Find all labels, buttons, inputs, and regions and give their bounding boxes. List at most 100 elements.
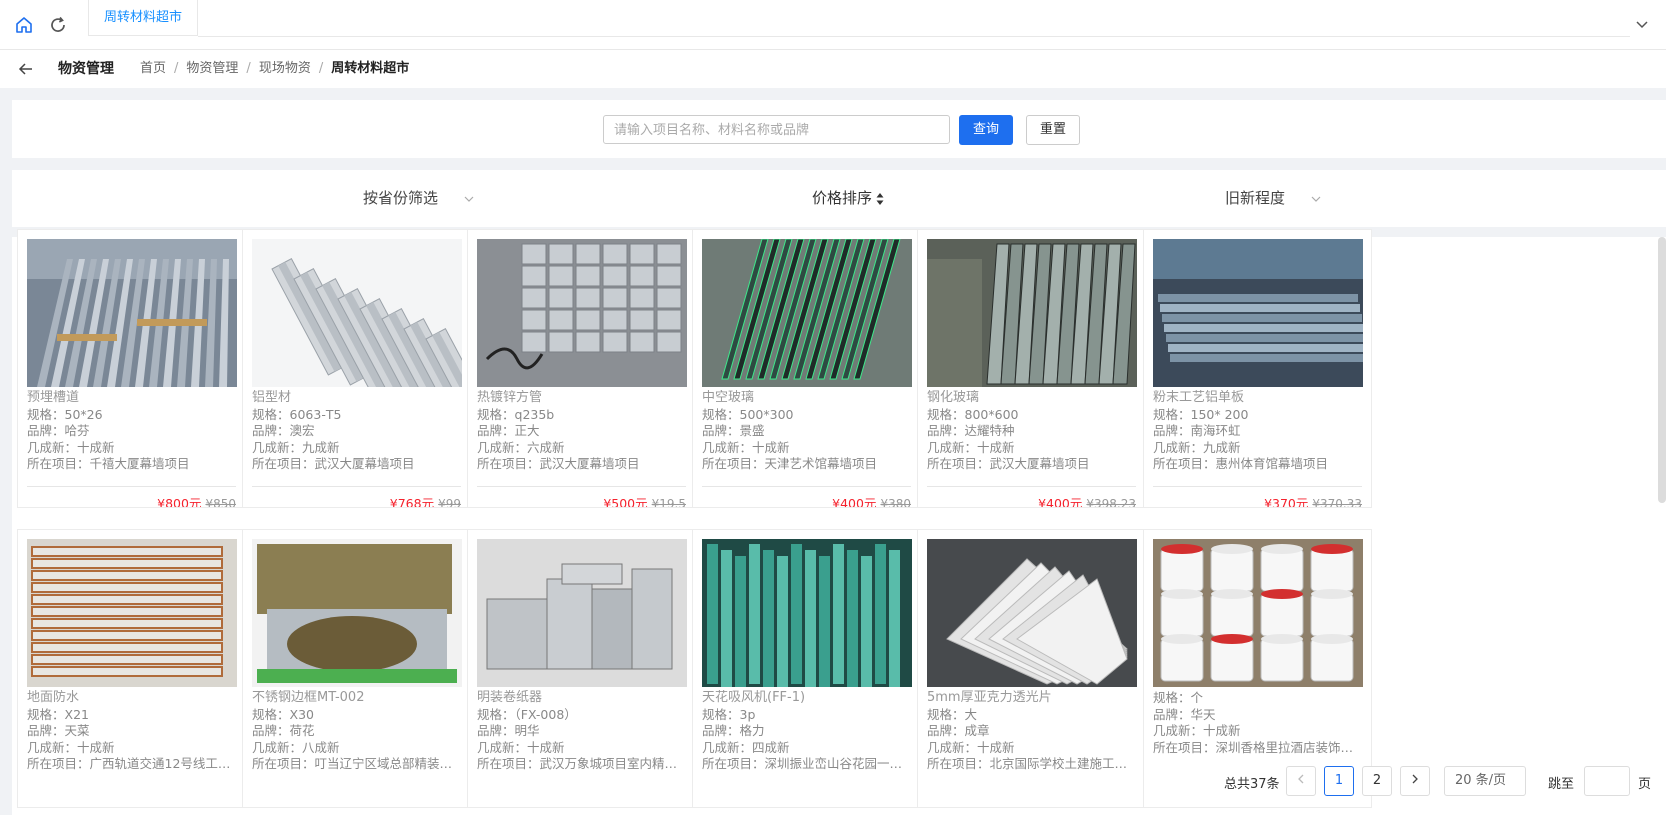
chevron-down-icon[interactable] bbox=[1634, 16, 1650, 32]
product-image[interactable] bbox=[252, 539, 462, 687]
product-card[interactable]: 预埋槽道 规格：50*26 品牌：哈芬 几成新：十成新 所在项目：千禧大厦幕墙项目 ¥80… bbox=[17, 229, 246, 508]
prev-page-button[interactable] bbox=[1286, 766, 1316, 796]
product-card[interactable]: 钢化玻璃 规格：800*600 品牌：达耀特种 几成新：十成新 所在项目：武汉大厦幕墙项… bbox=[917, 229, 1146, 508]
current-price: ¥370元 bbox=[1264, 496, 1309, 508]
jump-page-input[interactable] bbox=[1584, 766, 1630, 796]
rails-icon bbox=[27, 239, 237, 387]
product-image[interactable] bbox=[702, 539, 912, 687]
product-name[interactable]: 天花吸风机(FF-1) bbox=[702, 690, 914, 707]
product-card[interactable]: 中空玻璃 规格：500*300 品牌：景盛 几成新：十成新 所在项目：天津艺术馆幕墙项目… bbox=[692, 229, 921, 508]
product-name[interactable]: 钢化玻璃 bbox=[927, 390, 1139, 407]
product-condition: 几成新：十成新 bbox=[927, 440, 1139, 457]
project-value: 广西轨道交通12号线工程车辆段 bbox=[89, 756, 239, 771]
page-1-button[interactable]: 1 bbox=[1324, 766, 1354, 796]
refresh-icon[interactable] bbox=[48, 15, 68, 35]
condition-value: 九成新 bbox=[1203, 439, 1241, 455]
product-brand: 品牌：景盛 bbox=[702, 423, 914, 440]
product-image[interactable] bbox=[1153, 239, 1363, 387]
product-spec: 规格：6063-T5 bbox=[252, 407, 464, 424]
breadcrumb-materials[interactable]: 物资管理 bbox=[186, 61, 238, 76]
spec-label: 规格： bbox=[1153, 406, 1191, 422]
product-spec: 规格：大 bbox=[927, 707, 1139, 724]
product-project: 所在项目：惠州体育馆幕墙项目 bbox=[1153, 456, 1365, 473]
project-value: 叮当辽宁区域总部精装修项目 bbox=[314, 756, 464, 771]
page-size-select[interactable]: 20 条/页 bbox=[1444, 766, 1526, 796]
product-name[interactable]: 地面防水 bbox=[27, 690, 239, 707]
province-filter[interactable]: 按省份筛选 bbox=[363, 170, 474, 227]
brand-label: 品牌： bbox=[27, 723, 65, 738]
product-image[interactable] bbox=[477, 239, 687, 387]
page-2-button[interactable]: 2 bbox=[1362, 766, 1392, 796]
product-price: ¥768元 ¥99 bbox=[390, 493, 461, 507]
buckets-icon bbox=[1153, 539, 1363, 687]
card-divider bbox=[927, 486, 1136, 487]
product-image[interactable] bbox=[1153, 539, 1363, 687]
scrollbar[interactable] bbox=[1658, 237, 1666, 503]
product-image[interactable] bbox=[477, 539, 687, 687]
condition-label: 几成新： bbox=[252, 739, 303, 755]
product-name[interactable]: 5mm厚亚克力透光片 bbox=[927, 690, 1139, 707]
chevron-down-icon bbox=[464, 196, 474, 202]
product-grid: 预埋槽道 规格：50*26 品牌：哈芬 几成新：十成新 所在项目：千禧大厦幕墙项目 ¥80… bbox=[12, 229, 1666, 815]
product-info: 中空玻璃 规格：500*300 品牌：景盛 几成新：十成新 所在项目：天津艺术馆幕墙项目 bbox=[702, 390, 914, 473]
product-image[interactable] bbox=[927, 539, 1137, 687]
spec-value: 150* 200 bbox=[1190, 406, 1249, 422]
brand-label: 品牌： bbox=[927, 723, 965, 738]
original-price: ¥19.5 bbox=[651, 497, 686, 508]
product-image[interactable] bbox=[27, 539, 237, 687]
brand-label: 品牌： bbox=[252, 723, 290, 738]
product-name[interactable]: 粉末工艺铝单板 bbox=[1153, 390, 1365, 407]
breadcrumb-site-materials[interactable]: 现场物资 bbox=[259, 61, 311, 76]
search-input[interactable] bbox=[603, 115, 950, 144]
product-card[interactable]: 5mm厚亚克力透光片 规格：大 品牌：成章 几成新：十成新 所在项目：北京国际学校土建施… bbox=[917, 529, 1146, 808]
project-label: 所在项目： bbox=[702, 456, 765, 471]
project-value: 武汉大厦幕墙项目 bbox=[314, 456, 415, 471]
product-card[interactable]: 明装卷纸器 规格：（FX-008） 品牌：明华 几成新：十成新 所在项目：武汉万象城项目… bbox=[467, 529, 696, 808]
product-condition: 几成新：十成新 bbox=[477, 740, 689, 757]
product-info: 铝型材 规格：6063-T5 品牌：澳宏 几成新：九成新 所在项目：武汉大厦幕墙项目 bbox=[252, 390, 464, 473]
brand-label: 品牌： bbox=[477, 423, 515, 438]
reset-button[interactable]: 重置 bbox=[1026, 115, 1080, 145]
product-image[interactable] bbox=[252, 239, 462, 387]
product-spec: 规格：150* 200 bbox=[1153, 407, 1365, 424]
tab-turnover-market[interactable]: 周转材料超市 bbox=[88, 0, 198, 36]
product-card[interactable]: 铝型材 规格：6063-T5 品牌：澳宏 几成新：九成新 所在项目：武汉大厦幕墙项目 ¥7… bbox=[242, 229, 471, 508]
next-page-button[interactable] bbox=[1400, 766, 1430, 796]
product-image[interactable] bbox=[927, 239, 1137, 387]
product-name[interactable]: 中空玻璃 bbox=[702, 390, 914, 407]
product-card[interactable]: 粉末工艺铝单板 规格：150* 200 品牌：南海环虹 几成新：九成新 所在项目：惠州体… bbox=[1143, 229, 1372, 508]
product-name[interactable]: 热镀锌方管 bbox=[477, 390, 689, 407]
home-icon[interactable] bbox=[14, 15, 34, 35]
chevron-down-icon bbox=[1311, 196, 1321, 202]
product-card[interactable]: 热镀锌方管 规格：q235b 品牌：正大 几成新：六成新 所在项目：武汉大厦幕墙项目 ¥5… bbox=[467, 229, 696, 508]
page-title: 物资管理 bbox=[58, 61, 114, 77]
spec-label: 规格： bbox=[252, 706, 290, 722]
product-card[interactable]: 天花吸风机(FF-1) 规格：3p 品牌：格力 几成新：四成新 所在项目：深圳振业峦山谷… bbox=[692, 529, 921, 808]
query-button[interactable]: 查询 bbox=[959, 115, 1013, 145]
product-price: ¥400元 ¥380 bbox=[832, 493, 911, 507]
breadcrumb-home[interactable]: 首页 bbox=[140, 61, 166, 76]
condition-filter[interactable]: 旧新程度 bbox=[1225, 170, 1321, 227]
original-price: ¥398.23 bbox=[1086, 497, 1136, 508]
product-image[interactable] bbox=[702, 239, 912, 387]
product-project: 所在项目：千禧大厦幕墙项目 bbox=[27, 456, 239, 473]
product-project: 所在项目：武汉万象城项目室内精装修工程 bbox=[477, 756, 689, 773]
card-divider bbox=[252, 486, 461, 487]
product-spec: 规格：50*26 bbox=[27, 407, 239, 424]
product-card[interactable]: 不锈钢边框MT-002 规格：X30 品牌：荷花 几成新：八成新 所在项目：叮当辽宁区域… bbox=[242, 529, 471, 808]
back-arrow-icon[interactable] bbox=[18, 61, 34, 77]
project-value: 北京国际学校土建施工总承包项目 bbox=[989, 756, 1139, 771]
product-image[interactable] bbox=[27, 239, 237, 387]
current-price: ¥400元 bbox=[1038, 496, 1083, 508]
card-divider bbox=[27, 486, 236, 487]
product-card[interactable]: 地面防水规格：X21品牌：天菜几成新：十成新所在项目：广西轨道交通12号线工程车… bbox=[17, 529, 246, 808]
product-name[interactable]: 不锈钢边框MT-002 bbox=[252, 690, 464, 707]
product-condition: 几成新：九成新 bbox=[252, 440, 464, 457]
product-name[interactable]: 明装卷纸器 bbox=[477, 690, 689, 707]
product-name[interactable]: 铝型材 bbox=[252, 390, 464, 407]
product-condition: 几成新：十成新 bbox=[927, 740, 1139, 757]
price-sort[interactable]: 价格排序 bbox=[812, 170, 884, 227]
product-name[interactable]: 预埋槽道 bbox=[27, 390, 239, 407]
spec-value: 500*300 bbox=[739, 406, 794, 422]
product-brand: 品牌：明华 bbox=[477, 723, 689, 740]
